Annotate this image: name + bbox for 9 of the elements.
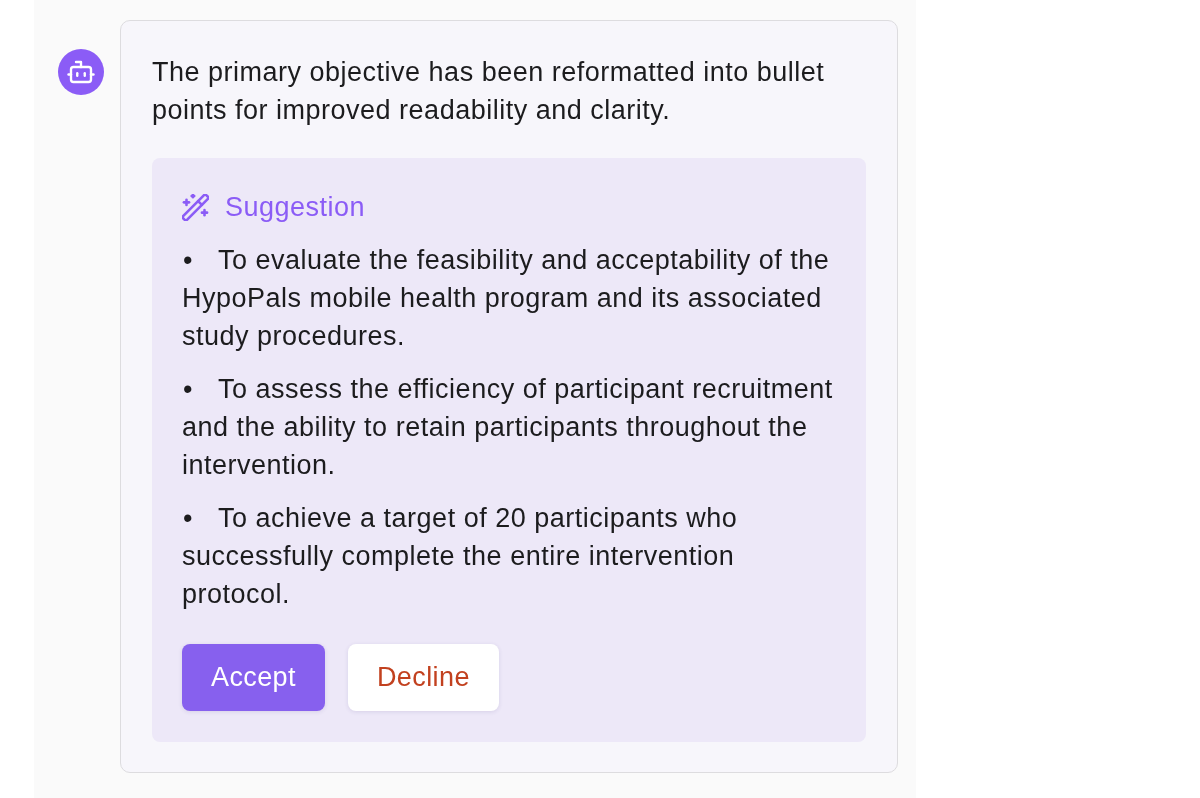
magic-wand-icon: [182, 193, 209, 221]
accept-button[interactable]: Accept: [182, 644, 325, 711]
suggestion-title: Suggestion: [225, 191, 366, 224]
bullet-point: • To evaluate the feasibility and acceptability of the HypoPals mobile health program and its associated study procedures.: [182, 244, 831, 353]
robot-icon: [58, 49, 104, 95]
bullet-point: • To assess the efficiency of participant recruitment and the ability to retain participants throughout the intervention.: [182, 373, 834, 482]
message-text: The primary objective has been reformatted into bullet points for improved readability and clarity.: [152, 56, 826, 127]
decline-button[interactable]: Decline: [347, 644, 499, 711]
bullet-point: • To achieve a target of 20 participants who successfully complete the entire intervention protocol.: [182, 502, 739, 611]
